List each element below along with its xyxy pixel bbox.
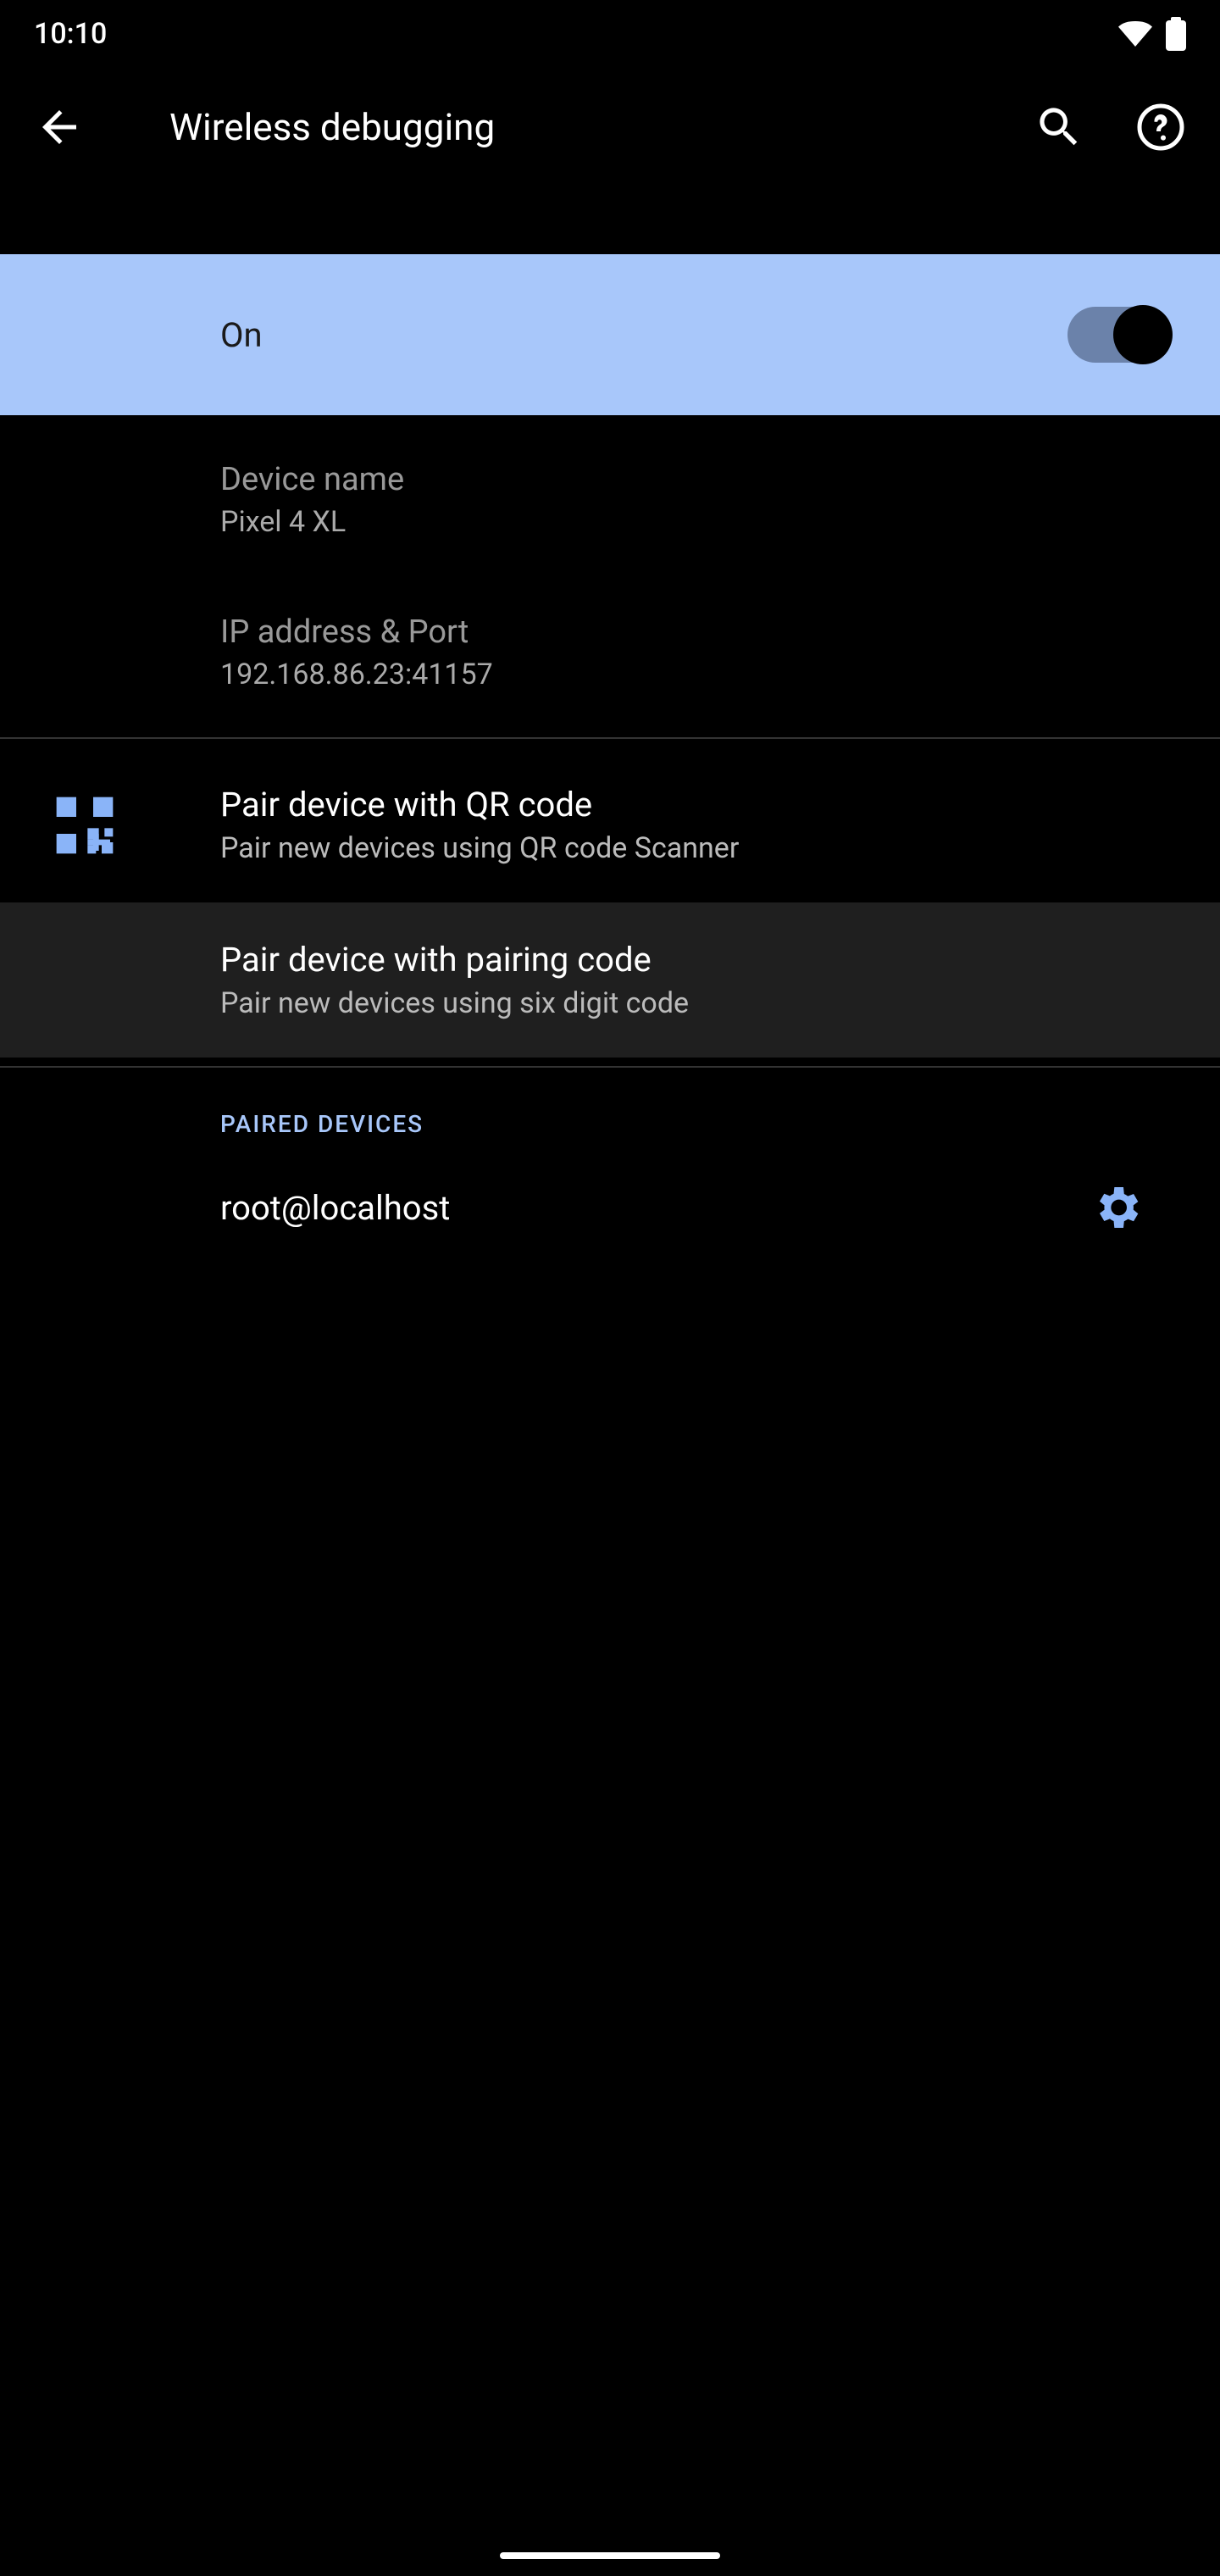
ip-port-row[interactable]: IP address & Port 192.168.86.23:41157	[0, 576, 1220, 729]
device-name-row[interactable]: Device name Pixel 4 XL	[0, 424, 1220, 576]
status-bar: 10:10	[0, 0, 1220, 68]
help-icon[interactable]	[1135, 102, 1186, 153]
divider	[0, 1066, 1220, 1068]
pair-qr-title: Pair device with QR code	[220, 785, 1169, 824]
gear-icon[interactable]	[1090, 1180, 1144, 1235]
status-indicators	[1118, 17, 1186, 51]
qr-code-icon	[51, 791, 119, 859]
pair-code-sub: Pair new devices using six digit code	[220, 986, 1169, 1020]
pair-qr-sub: Pair new devices using QR code Scanner	[220, 831, 1169, 865]
wifi-icon	[1118, 20, 1152, 47]
paired-device-row[interactable]: root@localhost	[0, 1155, 1220, 1260]
device-name-value: Pixel 4 XL	[220, 505, 1169, 539]
ip-port-value: 192.168.86.23:41157	[220, 658, 1169, 691]
pair-code-row[interactable]: Pair device with pairing code Pair new d…	[0, 902, 1220, 1058]
wireless-debugging-toggle-row[interactable]: On	[0, 254, 1220, 415]
search-icon[interactable]	[1034, 102, 1084, 153]
toggle-label: On	[220, 315, 263, 355]
toggle-knob	[1113, 305, 1173, 364]
app-bar: Wireless debugging	[0, 68, 1220, 186]
device-name-label: Device name	[220, 461, 1169, 498]
paired-device-name: root@localhost	[220, 1188, 450, 1228]
battery-icon	[1166, 17, 1186, 51]
back-icon[interactable]	[34, 102, 85, 153]
paired-devices-header: PAIRED DEVICES	[0, 1076, 1220, 1155]
pair-code-title: Pair device with pairing code	[220, 940, 1169, 980]
toggle-switch[interactable]	[1068, 307, 1169, 363]
ip-port-label: IP address & Port	[220, 613, 1169, 651]
status-time: 10:10	[34, 17, 107, 51]
navigation-gesture-bar[interactable]	[500, 2552, 720, 2559]
page-title: Wireless debugging	[169, 105, 1034, 149]
pair-qr-row[interactable]: Pair device with QR code Pair new device…	[0, 747, 1220, 902]
divider	[0, 737, 1220, 739]
